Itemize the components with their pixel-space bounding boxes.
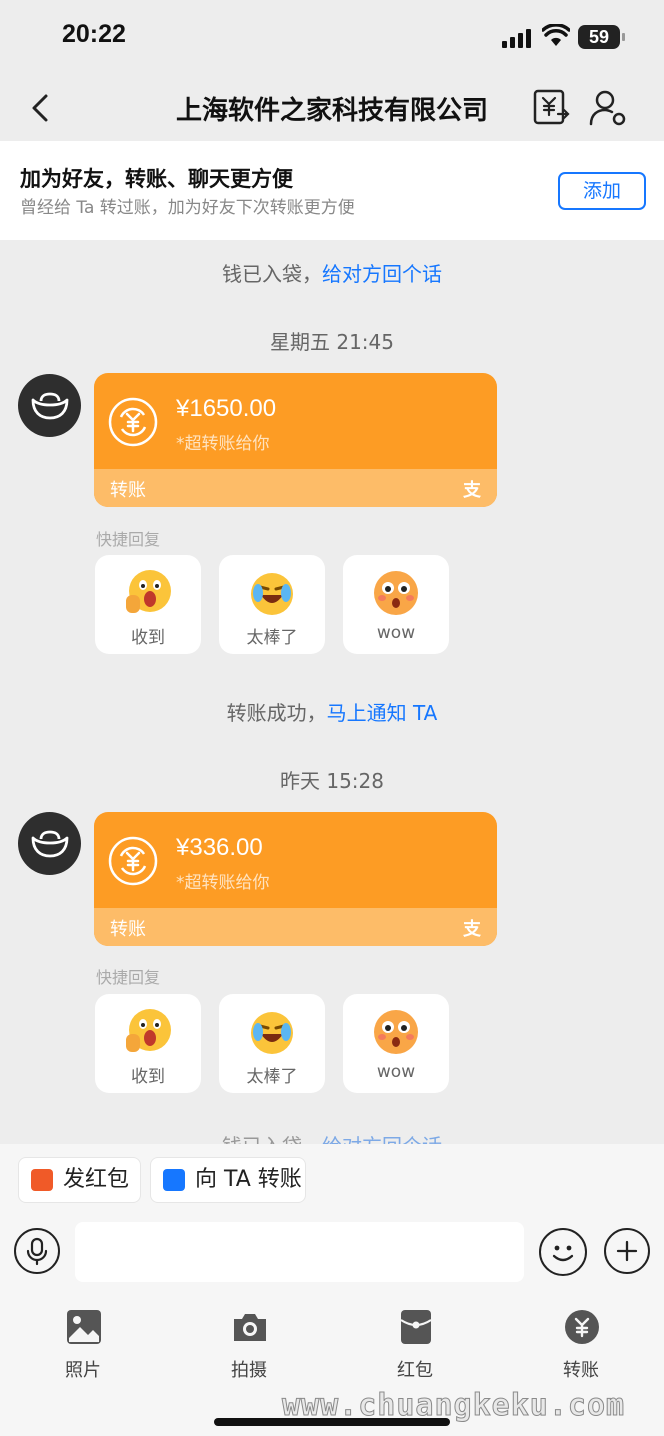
red-packet-icon	[31, 1169, 53, 1191]
avatar[interactable]	[18, 374, 81, 437]
shocked-emoji-icon	[122, 567, 174, 619]
crying-laugh-emoji-icon	[246, 1006, 298, 1058]
system-message: 钱已入袋，给对方回个话	[0, 258, 664, 287]
photo-icon	[65, 1308, 103, 1346]
chat-header: 上海软件之家科技有限公司	[0, 76, 664, 140]
red-packet-icon	[397, 1308, 435, 1346]
quick-reply-text: 收到	[131, 1067, 165, 1087]
surprised-emoji-icon	[370, 567, 422, 619]
card-footer: 转账 支	[94, 908, 497, 946]
status-time: 20:22	[62, 20, 126, 48]
add-friend-button[interactable]: 添加	[558, 172, 646, 210]
contact-settings-button[interactable]	[588, 88, 628, 128]
crying-laugh-emoji-icon	[246, 567, 298, 619]
shortcut-label: 向 TA 转账	[195, 1167, 302, 1192]
banner-subtitle: 曾经给 Ta 转过账，加为好友下次转账更方便	[20, 198, 355, 218]
quick-reply-received[interactable]: 收到	[95, 994, 201, 1093]
tool-label: 照片	[65, 1360, 101, 1381]
quick-reply-text: wow	[376, 1062, 416, 1082]
wifi-icon	[541, 23, 571, 48]
quick-reply-text: 收到	[131, 628, 165, 648]
gold-ingot-icon	[31, 830, 69, 858]
system-message: 转账成功，马上通知 TA	[0, 697, 664, 726]
microphone-icon	[26, 1237, 48, 1266]
timestamp: 昨天 15:28	[280, 769, 384, 793]
quick-reply-label: 快捷回复	[96, 968, 161, 987]
yuan-coin-icon	[108, 397, 158, 447]
system-message-partial: 钱已入袋，给对方回个话	[0, 1130, 664, 1144]
quick-reply-label: 快捷回复	[96, 530, 161, 549]
plus-icon	[616, 1240, 638, 1262]
system-message-text: 钱已入袋，	[222, 1134, 322, 1144]
gold-ingot-icon	[31, 392, 69, 420]
contact-settings-icon	[589, 90, 626, 126]
shortcut-label: 发红包	[63, 1167, 130, 1192]
smile-icon	[552, 1245, 574, 1262]
tool-camera[interactable]: 拍摄	[204, 1304, 294, 1384]
card-footer: 转账 支	[94, 469, 497, 507]
home-indicator[interactable]	[214, 1418, 450, 1426]
cellular-signal-icon	[502, 28, 532, 48]
avatar[interactable]	[18, 812, 81, 875]
surprised-emoji-icon	[370, 1006, 422, 1058]
composer-panel: 发红包 向 TA 转账 照片 拍摄 红包 转账 www.chuangkeku.c…	[0, 1144, 664, 1436]
transfer-note: *超转账给你	[176, 873, 270, 893]
tool-red-packet[interactable]: 红包	[370, 1304, 460, 1384]
quick-reply-text: 太棒了	[246, 1067, 298, 1087]
back-button[interactable]	[22, 90, 62, 126]
quick-reply-great[interactable]: 太棒了	[219, 555, 325, 654]
tool-transfer[interactable]: 转账	[536, 1304, 626, 1384]
transfer-icon	[563, 1308, 601, 1346]
quick-reply-great[interactable]: 太棒了	[219, 994, 325, 1093]
camera-icon	[231, 1308, 269, 1346]
quick-reply-wow[interactable]: wow	[343, 555, 449, 654]
transfer-to-ta-button[interactable]: 向 TA 转账	[150, 1157, 306, 1203]
transfer-records-button[interactable]	[532, 88, 570, 126]
battery-indicator: 59	[578, 25, 625, 49]
transfer-card[interactable]: ¥1650.00 *超转账给你 转账 支	[94, 373, 497, 507]
transfer-note: *超转账给你	[176, 434, 270, 454]
tool-label: 拍摄	[231, 1360, 267, 1381]
alipay-icon: 支	[463, 919, 481, 940]
yuan-coin-icon	[108, 836, 158, 886]
card-footer-label: 转账	[110, 919, 146, 940]
banner-title: 加为好友，转账、聊天更方便	[20, 167, 293, 191]
alipay-icon: 支	[463, 480, 481, 501]
transfer-card[interactable]: ¥336.00 *超转账给你 转账 支	[94, 812, 497, 946]
tool-label: 转账	[563, 1360, 599, 1381]
message-input[interactable]	[75, 1222, 524, 1282]
quick-reply-text: 太棒了	[246, 628, 298, 648]
quick-reply-received[interactable]: 收到	[95, 555, 201, 654]
transfer-icon	[163, 1169, 185, 1191]
emoji-button[interactable]	[539, 1228, 587, 1276]
voice-input-button[interactable]	[14, 1228, 60, 1274]
status-bar: 20:22 59	[0, 0, 664, 76]
quick-reply-wow[interactable]: wow	[343, 994, 449, 1093]
timestamp: 星期五 21:45	[270, 330, 394, 354]
tool-photo[interactable]: 照片	[38, 1304, 128, 1384]
more-button[interactable]	[604, 1228, 650, 1274]
transfer-amount: ¥1650.00	[176, 395, 277, 422]
notify-link[interactable]: 马上通知 TA	[327, 701, 438, 725]
reply-link[interactable]: 给对方回个话	[322, 262, 442, 286]
transfer-amount: ¥336.00	[176, 834, 263, 861]
system-message-text: 钱已入袋，	[222, 262, 322, 286]
back-arrow-icon	[32, 94, 48, 122]
quick-reply-text: wow	[376, 623, 416, 643]
send-red-packet-button[interactable]: 发红包	[18, 1157, 141, 1203]
page-title: 上海软件之家科技有限公司	[175, 96, 488, 126]
transfer-yuan-icon	[533, 89, 570, 125]
system-message-text: 转账成功，	[226, 701, 327, 725]
add-friend-banner: 加为好友，转账、聊天更方便 曾经给 Ta 转过账，加为好友下次转账更方便 添加	[0, 141, 664, 240]
reply-link[interactable]: 给对方回个话	[322, 1134, 442, 1144]
shocked-emoji-icon	[122, 1006, 174, 1058]
tool-label: 红包	[397, 1360, 433, 1381]
card-footer-label: 转账	[110, 480, 146, 501]
